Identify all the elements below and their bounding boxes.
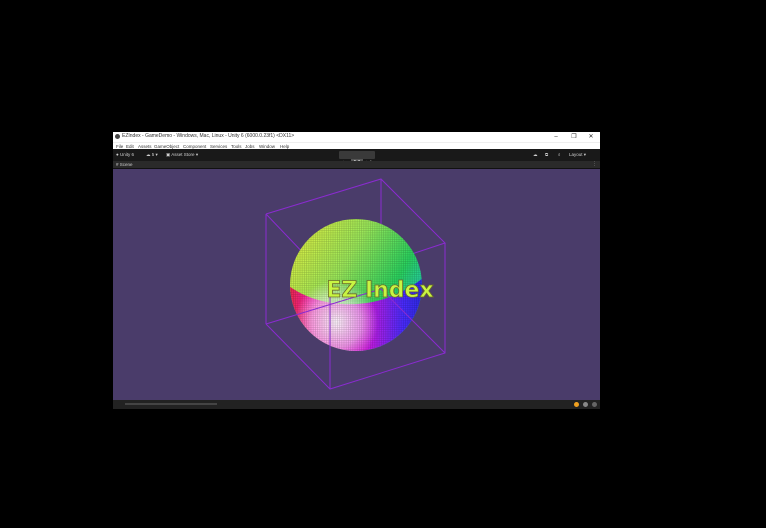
status-bar — [113, 400, 600, 409]
account-button[interactable]: ● Unity 6 — [116, 151, 134, 159]
kebab-menu-icon[interactable]: ⋮ — [592, 161, 597, 168]
chevron-down-icon: ▾ — [155, 152, 158, 157]
cloud-icon: ☁ — [146, 152, 151, 157]
cloud-count: 5 — [151, 152, 155, 157]
scene-render: EZ Index — [265, 178, 446, 390]
scene-icon: # — [116, 162, 119, 167]
tab-scene[interactable]: # Scene — [116, 161, 133, 168]
account-label: Unity 6 — [119, 152, 134, 157]
scene-viewport[interactable]: EZ Index — [113, 169, 600, 400]
title-bar: EZIndex - GameDemo - Windows, Mac, Linux… — [113, 132, 600, 142]
account-icon: ● — [116, 152, 119, 157]
shopping-bag-icon: ▣ — [166, 152, 171, 157]
status-progress-track — [125, 403, 217, 405]
chevron-down-icon: ▾ — [583, 152, 587, 157]
minimize-button[interactable]: – — [547, 132, 565, 142]
window-title: EZIndex - GameDemo - Windows, Mac, Linux… — [122, 133, 295, 139]
scene-tab-bar: # Scene ⋮ — [113, 161, 600, 169]
cloud-button[interactable]: ☁ 5 ▾ — [146, 151, 158, 159]
log-icon[interactable] — [583, 402, 588, 407]
unity-app-icon — [115, 134, 120, 139]
warning-icon[interactable] — [574, 402, 579, 407]
settings-icon[interactable] — [592, 402, 597, 407]
cloud-services-icon[interactable]: ☁ — [533, 151, 538, 159]
chevron-down-icon: ▾ — [195, 152, 199, 157]
close-button[interactable]: ✕ — [582, 132, 600, 142]
asset-store-label: Asset Store — [171, 152, 195, 157]
layout-dropdown[interactable]: Layout ▾ — [569, 151, 586, 159]
collab-icon[interactable]: ⧉ — [545, 151, 548, 159]
maximize-button[interactable]: ❐ — [565, 132, 583, 142]
search-icon[interactable]: ⌕ — [558, 151, 561, 159]
ez-index-title: EZ Index — [326, 278, 433, 303]
tab-scene-label: Scene — [119, 162, 133, 167]
play-controls: ▶❚❚▶| — [339, 151, 375, 167]
asset-store-button[interactable]: ▣ Asset Store ▾ — [166, 151, 198, 159]
layout-label: Layout — [569, 152, 583, 157]
unity-editor-window: EZIndex - GameDemo - Windows, Mac, Linux… — [113, 132, 600, 409]
